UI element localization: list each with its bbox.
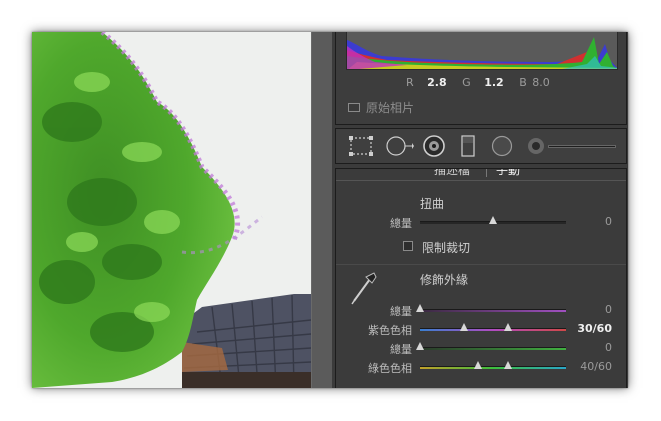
app-window: R 2.8 G 1.2 B 8.0 原始相片 描述檔 手動 扭曲 總量 0 限制… bbox=[32, 32, 628, 388]
show-original-label: 原始相片 bbox=[366, 100, 415, 115]
purple-amount-thumb[interactable] bbox=[416, 304, 424, 312]
green-amount-value: 0 bbox=[605, 341, 612, 354]
adjustment-brush-icon[interactable] bbox=[526, 136, 546, 156]
radial-filter-icon[interactable] bbox=[490, 135, 514, 157]
show-original-toggle[interactable]: 原始相片 bbox=[348, 99, 414, 115]
show-original-checkbox[interactable] bbox=[348, 102, 360, 112]
photo-preview[interactable] bbox=[32, 32, 311, 388]
crop-overlay-icon[interactable] bbox=[348, 136, 374, 156]
purple-hue-thumb-high[interactable] bbox=[503, 323, 512, 331]
green-amount-slider[interactable] bbox=[420, 347, 566, 350]
r-value: 2.8 bbox=[427, 76, 447, 89]
develop-panel: R 2.8 G 1.2 B 8.0 原始相片 描述檔 手動 扭曲 總量 0 限制… bbox=[332, 32, 628, 388]
tab-manual[interactable]: 手動 bbox=[496, 169, 520, 178]
eyedropper-icon[interactable] bbox=[348, 271, 378, 305]
purple-hue-slider[interactable] bbox=[420, 328, 566, 331]
purple-hue-value: 30/60 bbox=[577, 322, 612, 335]
purple-amount-value: 0 bbox=[605, 303, 612, 316]
constrain-crop-checkbox[interactable] bbox=[403, 241, 413, 251]
g-value: 1.2 bbox=[484, 76, 504, 89]
defringe-title: 修飾外緣 bbox=[420, 273, 469, 287]
green-hue-value: 40/60 bbox=[580, 360, 612, 373]
distortion-title: 扭曲 bbox=[420, 197, 445, 211]
spot-removal-icon[interactable] bbox=[386, 136, 414, 156]
tab-separator bbox=[486, 169, 487, 177]
panel-divider[interactable] bbox=[311, 32, 332, 388]
tool-strip bbox=[335, 128, 627, 164]
brush-size-slider[interactable] bbox=[548, 145, 616, 148]
rgb-readout: R 2.8 G 1.2 B 8.0 bbox=[406, 76, 560, 90]
green-hue-label: 綠色色相 bbox=[368, 362, 412, 375]
green-hue-slider[interactable] bbox=[420, 366, 566, 369]
lens-tabs: 描述檔 手動 bbox=[336, 169, 626, 181]
green-amount-thumb[interactable] bbox=[416, 342, 424, 350]
b-value: 8.0 bbox=[532, 76, 550, 89]
b-label: B bbox=[519, 76, 527, 89]
section-divider bbox=[336, 264, 626, 265]
green-amount-label: 總量 bbox=[390, 343, 412, 356]
red-eye-icon[interactable] bbox=[422, 135, 446, 157]
lens-corrections-panel: 描述檔 手動 扭曲 總量 0 限制裁切 修飾外緣 總量 0 紫色色相 30/60… bbox=[335, 168, 627, 388]
constrain-crop-label: 限制裁切 bbox=[422, 241, 471, 255]
green-hue-thumb-low[interactable] bbox=[474, 361, 483, 369]
distortion-amount-thumb[interactable] bbox=[489, 216, 497, 224]
histogram-graph bbox=[346, 32, 618, 70]
purple-hue-thumb-low[interactable] bbox=[459, 323, 468, 331]
tab-profile[interactable]: 描述檔 bbox=[434, 169, 470, 178]
purple-amount-slider[interactable] bbox=[420, 309, 566, 312]
graduated-filter-icon[interactable] bbox=[458, 135, 478, 157]
distortion-amount-value: 0 bbox=[605, 215, 612, 228]
distortion-amount-label: 總量 bbox=[390, 217, 412, 230]
g-label: G bbox=[462, 76, 471, 89]
r-label: R bbox=[406, 76, 414, 89]
green-hue-thumb-high[interactable] bbox=[503, 361, 512, 369]
histogram-panel: R 2.8 G 1.2 B 8.0 原始相片 bbox=[335, 32, 627, 125]
purple-amount-label: 總量 bbox=[390, 305, 412, 318]
purple-hue-label: 紫色色相 bbox=[368, 324, 412, 337]
